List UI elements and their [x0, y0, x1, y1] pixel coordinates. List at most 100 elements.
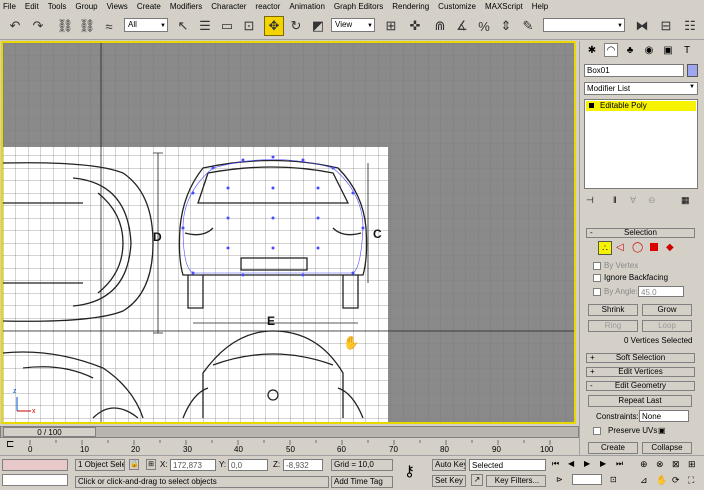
hierarchy-tab-icon[interactable]: ♣ — [623, 43, 637, 57]
snap-icon[interactable]: ⋒ — [430, 16, 450, 36]
menu-reactor[interactable]: reactor — [255, 2, 280, 11]
menu-group[interactable]: Group — [75, 2, 97, 11]
percent-snap-icon[interactable]: % — [474, 16, 494, 36]
lock-selection-icon[interactable]: 🔒 — [129, 459, 139, 470]
menu-maxscript[interactable]: MAXScript — [485, 2, 523, 11]
bind-spacewarp-icon[interactable]: ≈ — [99, 16, 119, 36]
menu-tools[interactable]: Tools — [48, 2, 67, 11]
menu-customize[interactable]: Customize — [438, 2, 476, 11]
field-of-view-icon[interactable]: ⊿ — [640, 475, 648, 486]
previous-frame-icon[interactable]: ◀ — [568, 459, 574, 468]
menu-views[interactable]: Views — [107, 2, 128, 11]
polygon-mode-icon[interactable] — [650, 243, 658, 251]
create-button[interactable]: Create — [588, 442, 638, 454]
play-icon[interactable]: ▶ — [584, 459, 590, 468]
named-selection-icon[interactable]: ✎ — [518, 16, 538, 36]
rollout-edit-vertices[interactable]: + Edit Vertices — [586, 367, 695, 377]
add-time-tag-button[interactable]: Add Time Tag — [331, 476, 393, 488]
preserve-uvs-settings-icon[interactable]: ▣ — [658, 426, 666, 435]
mini-curve-icon[interactable]: ⊏ — [6, 439, 14, 450]
angle-snap-icon[interactable]: ∡ — [452, 16, 472, 36]
collapse-button[interactable]: Collapse — [642, 442, 692, 454]
vertex-mode-icon[interactable]: ∴ — [598, 241, 612, 255]
pan-icon[interactable]: ✋ — [656, 475, 667, 486]
time-slider-thumb[interactable]: 0 / 100 — [3, 427, 96, 437]
show-end-result-icon[interactable]: ‖ — [613, 195, 617, 205]
object-color-swatch[interactable] — [687, 64, 698, 77]
select-by-name-icon[interactable]: ☰ — [195, 16, 215, 36]
utilities-tab-icon[interactable]: T — [680, 43, 694, 57]
configure-sets-icon[interactable]: ▦ — [681, 195, 690, 206]
preserve-uvs-checkbox[interactable] — [593, 427, 601, 435]
by-angle-checkbox[interactable] — [593, 288, 601, 296]
by-vertex-checkbox[interactable] — [593, 262, 601, 270]
stack-expand-icon[interactable] — [589, 103, 594, 108]
create-tab-icon[interactable]: ✱ — [585, 43, 599, 57]
current-frame-field[interactable] — [572, 474, 602, 485]
zoom-extents-icon[interactable]: ⊠ — [672, 459, 680, 470]
menu-modifiers[interactable]: Modifiers — [170, 2, 202, 11]
zoom-extents-all-icon[interactable]: ⊞ — [688, 459, 696, 470]
menu-help[interactable]: Help — [532, 2, 548, 11]
key-mode-icon[interactable]: ⊳ — [556, 475, 563, 484]
menu-create[interactable]: Create — [137, 2, 161, 11]
mirror-icon[interactable]: ⧓ — [632, 16, 652, 36]
z-coordinate-field[interactable]: -8,932 — [283, 459, 323, 471]
remove-modifier-icon[interactable]: ⊖ — [648, 195, 656, 206]
grow-button[interactable]: Grow — [642, 304, 692, 316]
maxscript-listener[interactable] — [2, 459, 68, 471]
x-coordinate-field[interactable]: 172,873 — [170, 459, 216, 471]
ignore-backfacing-checkbox[interactable] — [593, 274, 601, 282]
window-crossing-icon[interactable]: ⊡ — [239, 16, 259, 36]
zoom-icon[interactable]: ⊕ — [640, 459, 648, 470]
next-frame-icon[interactable]: ▶ — [600, 459, 606, 468]
zoom-all-icon[interactable]: ⊗ — [656, 459, 664, 470]
by-angle-spinner[interactable]: 45.0 — [638, 286, 684, 297]
display-tab-icon[interactable]: ▣ — [661, 43, 675, 57]
menu-animation[interactable]: Animation — [289, 2, 325, 11]
maxscript-mini-input[interactable] — [2, 474, 68, 486]
go-to-start-icon[interactable]: ⏮ — [552, 459, 559, 469]
manipulate-icon[interactable]: ✜ — [405, 16, 425, 36]
edge-mode-icon[interactable]: ◁ — [616, 242, 624, 253]
named-selection-dropdown[interactable] — [543, 18, 625, 32]
redo-icon[interactable]: ↷ — [28, 16, 48, 36]
rotate-icon[interactable]: ↻ — [286, 16, 306, 36]
reference-coord-dropdown[interactable]: View — [331, 18, 375, 32]
pivot-icon[interactable]: ⊞ — [381, 16, 401, 36]
shrink-button[interactable]: Shrink — [588, 304, 638, 316]
selection-filter-dropdown[interactable]: All — [124, 18, 168, 32]
modifier-list-dropdown[interactable]: Modifier List — [584, 82, 698, 95]
default-tangent-icon[interactable]: ↗ — [471, 474, 483, 486]
menu-graph-editors[interactable]: Graph Editors — [334, 2, 383, 11]
layer-manager-icon[interactable]: ☷ — [680, 16, 700, 36]
front-viewport[interactable]: D C E z x ✋ — [1, 41, 576, 424]
ring-button[interactable]: Ring — [588, 320, 638, 332]
menu-file[interactable]: File — [3, 2, 16, 11]
modify-tab-icon[interactable]: ◠ — [604, 43, 618, 57]
rollout-soft-selection[interactable]: + Soft Selection — [586, 353, 695, 363]
stack-item-editable-poly[interactable]: Editable Poly — [586, 101, 696, 111]
set-key-button[interactable]: Set Key — [432, 475, 466, 487]
set-key-icon[interactable]: ⚷ — [404, 462, 415, 480]
absolute-mode-icon[interactable]: ⊞ — [146, 459, 156, 470]
loop-button[interactable]: Loop — [642, 320, 692, 332]
go-to-end-icon[interactable]: ⏭ — [616, 459, 623, 469]
object-name-field[interactable]: Box01 — [584, 64, 684, 77]
element-mode-icon[interactable]: ◆ — [666, 242, 674, 253]
constraints-dropdown[interactable]: None — [639, 410, 689, 422]
y-coordinate-field[interactable]: 0,0 — [228, 459, 268, 471]
spinner-snap-icon[interactable]: ⇕ — [496, 16, 516, 36]
key-filters-button[interactable]: Key Filters... — [486, 475, 546, 487]
auto-key-button[interactable]: Auto Key — [432, 459, 466, 471]
rollout-edit-geometry[interactable]: - Edit Geometry — [586, 381, 695, 391]
move-icon[interactable]: ✥ — [264, 16, 284, 36]
arc-rotate-icon[interactable]: ⟳ — [672, 475, 680, 486]
border-mode-icon[interactable]: ◯ — [632, 242, 643, 253]
repeat-last-button[interactable]: Repeat Last — [588, 395, 692, 407]
maximize-viewport-icon[interactable]: ⛶ — [688, 475, 694, 486]
motion-tab-icon[interactable]: ◉ — [642, 43, 656, 57]
rollout-selection[interactable]: - Selection — [586, 228, 695, 238]
rect-selection-icon[interactable]: ▭ — [217, 16, 237, 36]
menu-character[interactable]: Character — [211, 2, 246, 11]
